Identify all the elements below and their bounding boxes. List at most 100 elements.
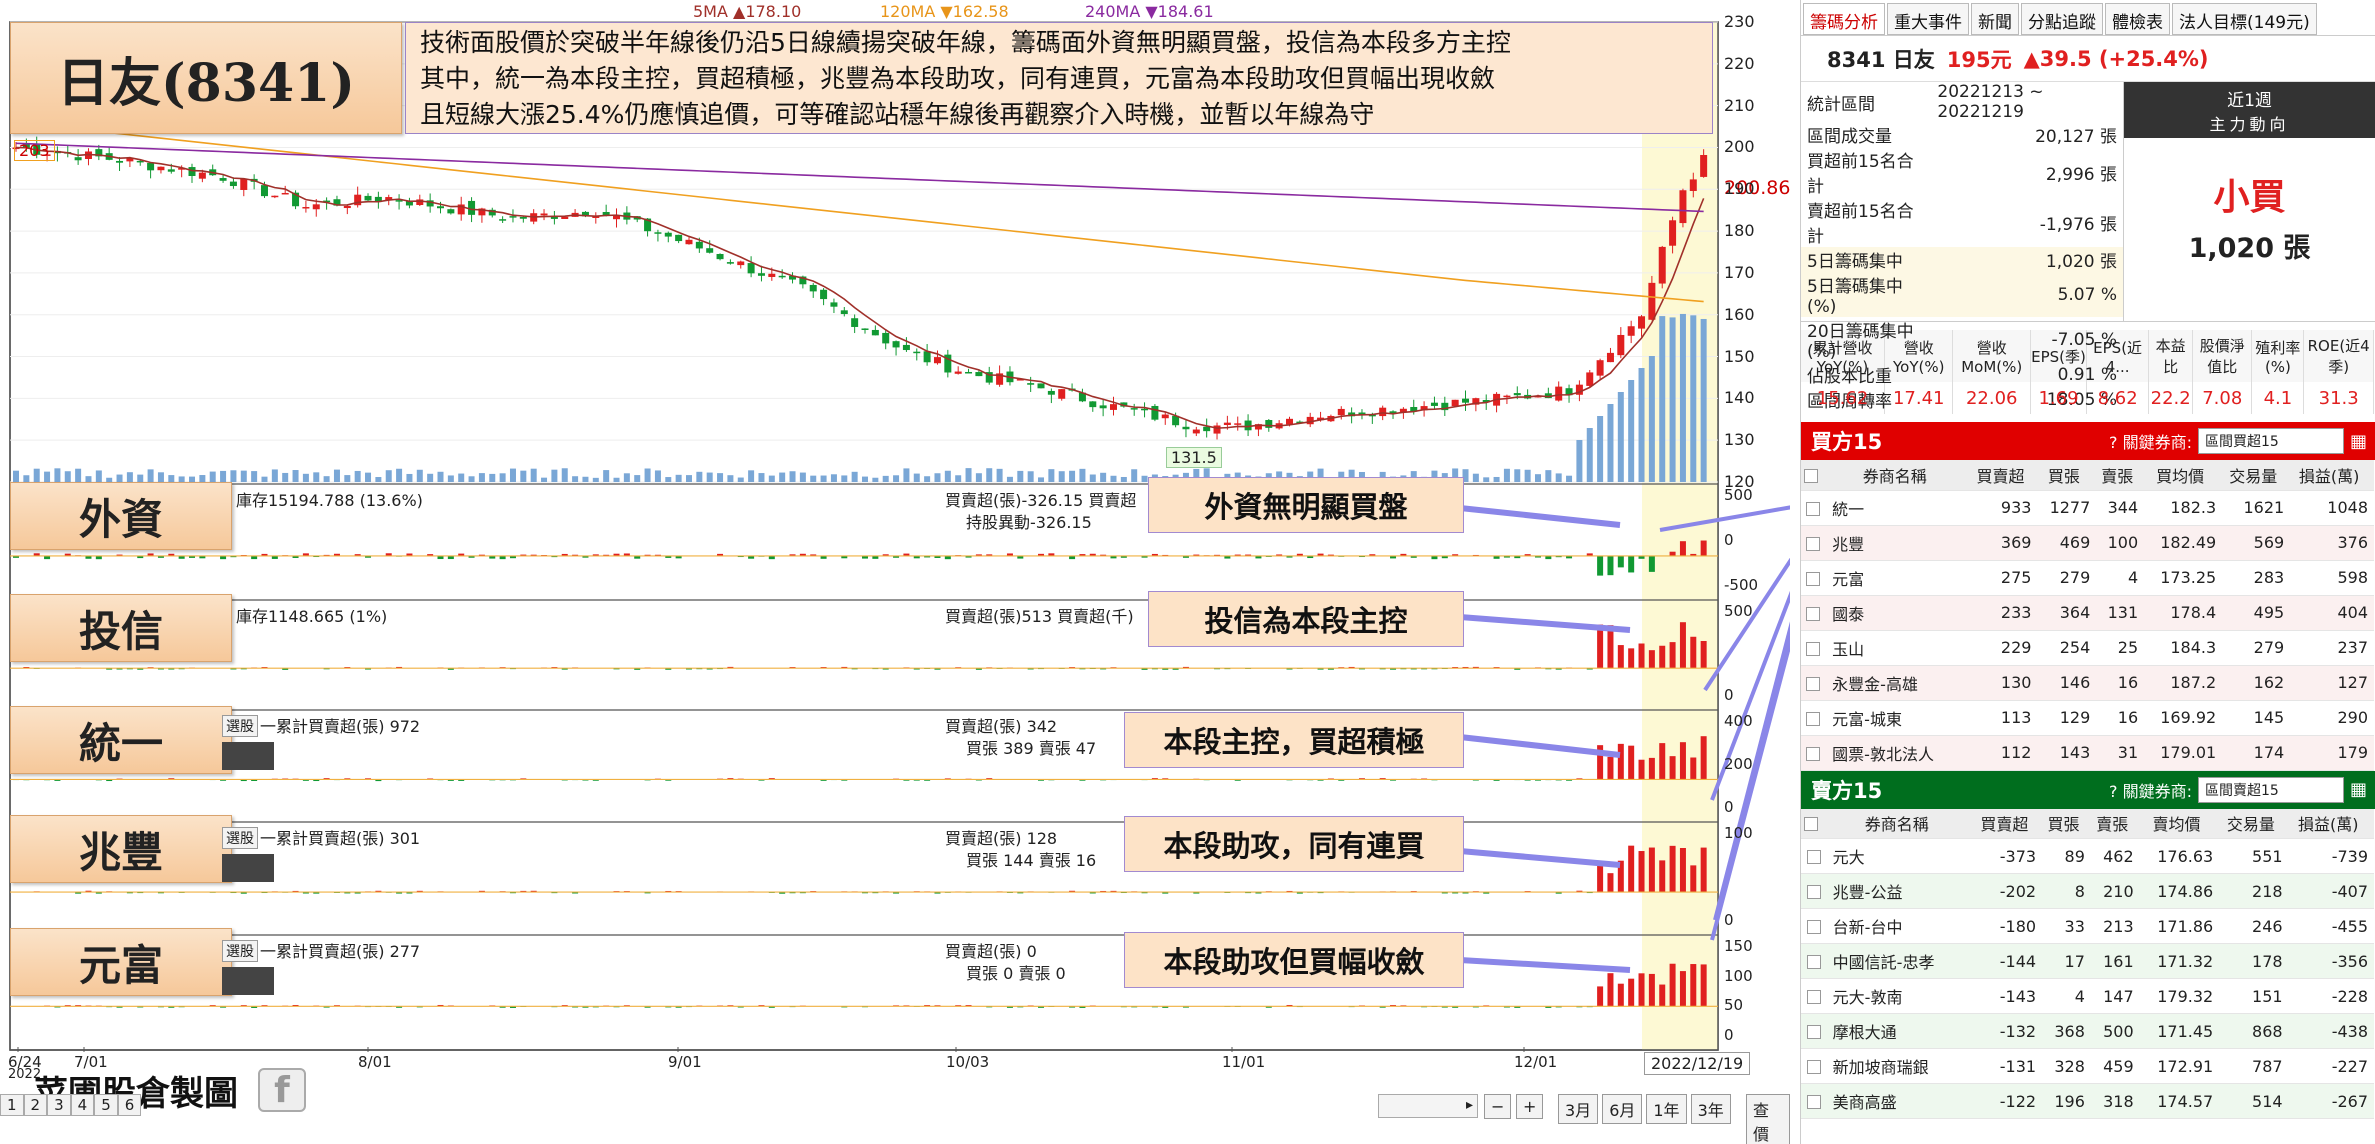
column-header[interactable]: 買賣超 (1969, 460, 2038, 491)
column-header[interactable]: 損益(萬) (2290, 460, 2374, 491)
help-icon[interactable]: ? (2109, 433, 2118, 452)
zoom-in-button[interactable]: + (1516, 1094, 1544, 1119)
row-checkbox[interactable] (1801, 978, 1827, 1014)
column-header[interactable]: 賣張 (2096, 460, 2145, 491)
volume-bar (468, 476, 475, 482)
chart-area[interactable]: 日友(8341) 技術面股價於突破半年線後仍沿5日線續揚突破年線，籌碼面外資無明… (0, 0, 1790, 1144)
period-button[interactable]: 3年 (1690, 1094, 1731, 1124)
query-button[interactable]: 查價 (1746, 1094, 1790, 1144)
stat-row: 統計區間 20221213 ~ 20221219 (1801, 82, 2123, 122)
table-row[interactable]: 玉山 229 254 25 184.3 279 237 (1801, 630, 2374, 666)
time-scroll[interactable]: ▸ (1378, 1094, 1478, 1118)
column-header[interactable]: 買張 (2042, 808, 2091, 839)
tab[interactable]: 體檢表 (2105, 3, 2170, 35)
grid-icon[interactable]: ▦ (2350, 431, 2367, 452)
table-row[interactable]: 統一 933 1277 344 182.3 1621 1048 (1801, 490, 2374, 526)
checkbox[interactable] (1801, 460, 1827, 491)
date-tick: 11/01 (1222, 1053, 1266, 1071)
table-row[interactable]: 中國信託-忠孝 -144 17 161 171.32 178 -356 (1801, 943, 2374, 979)
broker-name: 美商高盛 (1826, 1083, 1973, 1119)
checkbox[interactable] (1801, 808, 1827, 839)
row-checkbox[interactable] (1801, 1013, 1827, 1049)
column-header[interactable]: 買張 (2037, 460, 2097, 491)
row-checkbox[interactable] (1801, 630, 1827, 666)
volume-bar (1555, 473, 1562, 482)
table-row[interactable]: 兆豐 369 469 100 182.49 569 376 (1801, 525, 2374, 561)
row-checkbox[interactable] (1801, 665, 1827, 701)
table-row[interactable]: 摩根大通 -132 368 500 171.45 868 -438 (1801, 1013, 2374, 1049)
row-checkbox[interactable] (1801, 1083, 1827, 1119)
row-checkbox[interactable] (1801, 525, 1827, 561)
row-checkbox[interactable] (1801, 560, 1827, 596)
buy-filter-select[interactable]: 區間買超15 (2197, 428, 2344, 454)
volume-bar (965, 468, 972, 482)
row-checkbox[interactable] (1801, 1048, 1827, 1084)
column-header[interactable]: 交易量 (2222, 460, 2291, 491)
facebook-icon[interactable]: f (258, 1068, 306, 1112)
period-button[interactable]: 1年 (1646, 1094, 1687, 1124)
column-header[interactable]: 賣張 (2090, 808, 2140, 839)
column-header[interactable]: 損益(萬) (2288, 808, 2374, 839)
column-header[interactable]: 賣均價 (2139, 808, 2220, 839)
page-tab[interactable]: 1 (0, 1094, 24, 1116)
page-tab[interactable]: 6 (117, 1094, 142, 1116)
row-checkbox[interactable] (1801, 490, 1827, 526)
volume-bar (996, 468, 1003, 482)
table-row[interactable]: 國泰 233 364 131 178.4 495 404 (1801, 595, 2374, 631)
table-row[interactable]: 美商高盛 -122 196 318 174.57 514 -267 (1801, 1083, 2374, 1119)
select-stock-button[interactable]: 選股 (222, 827, 258, 849)
row-checkbox[interactable] (1801, 943, 1827, 979)
page-tab[interactable]: 3 (47, 1094, 71, 1116)
broker-value: 131 (2096, 595, 2145, 631)
column-header[interactable]: 券商名稱 (1826, 808, 1973, 839)
candle-body (1555, 386, 1563, 401)
column-header[interactable]: 交易量 (2219, 808, 2289, 839)
tab[interactable]: 籌碼分析 (1803, 3, 1885, 35)
stat-value: 0.91 % (2057, 364, 2117, 385)
zoom-out-button[interactable]: − (1484, 1094, 1512, 1119)
row-checkbox[interactable] (1801, 838, 1827, 874)
panel-bar (1628, 648, 1635, 669)
help-icon[interactable]: ? (2109, 782, 2118, 801)
panel-info-values: 買賣超(張)-326.15 買賣超 (945, 491, 1137, 510)
volume-bar (230, 470, 237, 482)
candle-body (416, 199, 424, 205)
table-row[interactable]: 元富-城東 113 129 16 169.92 145 290 (1801, 700, 2374, 736)
table-row[interactable]: 元大 -373 89 462 176.63 551 -739 (1801, 838, 2374, 874)
column-header[interactable]: 券商名稱 (1826, 460, 1970, 491)
panel-bar (1679, 541, 1686, 556)
volume-bar (913, 473, 920, 482)
tab[interactable]: 分點追蹤 (2021, 3, 2103, 35)
table-row[interactable]: 元富 275 279 4 173.25 283 598 (1801, 560, 2374, 596)
page-tab[interactable]: 2 (23, 1094, 48, 1116)
column-header[interactable]: 買賣超 (1972, 808, 2043, 839)
table-row[interactable]: 新加坡商瑞銀 -131 328 459 172.91 787 -227 (1801, 1048, 2374, 1084)
column-header[interactable]: 買均價 (2144, 460, 2223, 491)
volume-bar (582, 476, 589, 482)
volume-bar (1576, 440, 1583, 482)
table-row[interactable]: 元大-敦南 -143 4 147 179.32 151 -228 (1801, 978, 2374, 1014)
sell-filter-select[interactable]: 區間賣超15 (2197, 776, 2344, 803)
page-tab[interactable]: 5 (94, 1094, 118, 1116)
tab[interactable]: 法人目標(149元) (2172, 3, 2317, 35)
broker-value: 213 (2090, 908, 2140, 944)
row-checkbox[interactable] (1801, 700, 1827, 736)
grid-icon[interactable]: ▦ (2350, 779, 2367, 800)
table-row[interactable]: 國票-敦北法人 112 143 31 179.01 174 179 (1801, 735, 2374, 771)
tab[interactable]: 新聞 (1971, 3, 2019, 35)
candle-body (1658, 246, 1666, 284)
table-row[interactable]: 兆豐-公益 -202 8 210 174.86 218 -407 (1801, 873, 2374, 909)
row-checkbox[interactable] (1801, 735, 1827, 771)
row-checkbox[interactable] (1801, 908, 1827, 944)
table-header: 券商名稱 買賣超 買張 賣張 買均價 交易量 損益(萬) (1801, 460, 2374, 491)
tab[interactable]: 重大事件 (1887, 3, 1969, 35)
page-tab[interactable]: 4 (70, 1094, 95, 1116)
table-row[interactable]: 永豐金-高雄 130 146 16 187.2 162 127 (1801, 665, 2374, 701)
period-button[interactable]: 3月 (1558, 1094, 1599, 1124)
row-checkbox[interactable] (1801, 595, 1827, 631)
select-stock-button[interactable]: 選股 (222, 715, 258, 737)
table-row[interactable]: 台新-台中 -180 33 213 171.86 246 -455 (1801, 908, 2374, 944)
row-checkbox[interactable] (1801, 873, 1827, 909)
period-button[interactable]: 6月 (1602, 1094, 1643, 1124)
select-stock-button[interactable]: 選股 (222, 940, 258, 962)
